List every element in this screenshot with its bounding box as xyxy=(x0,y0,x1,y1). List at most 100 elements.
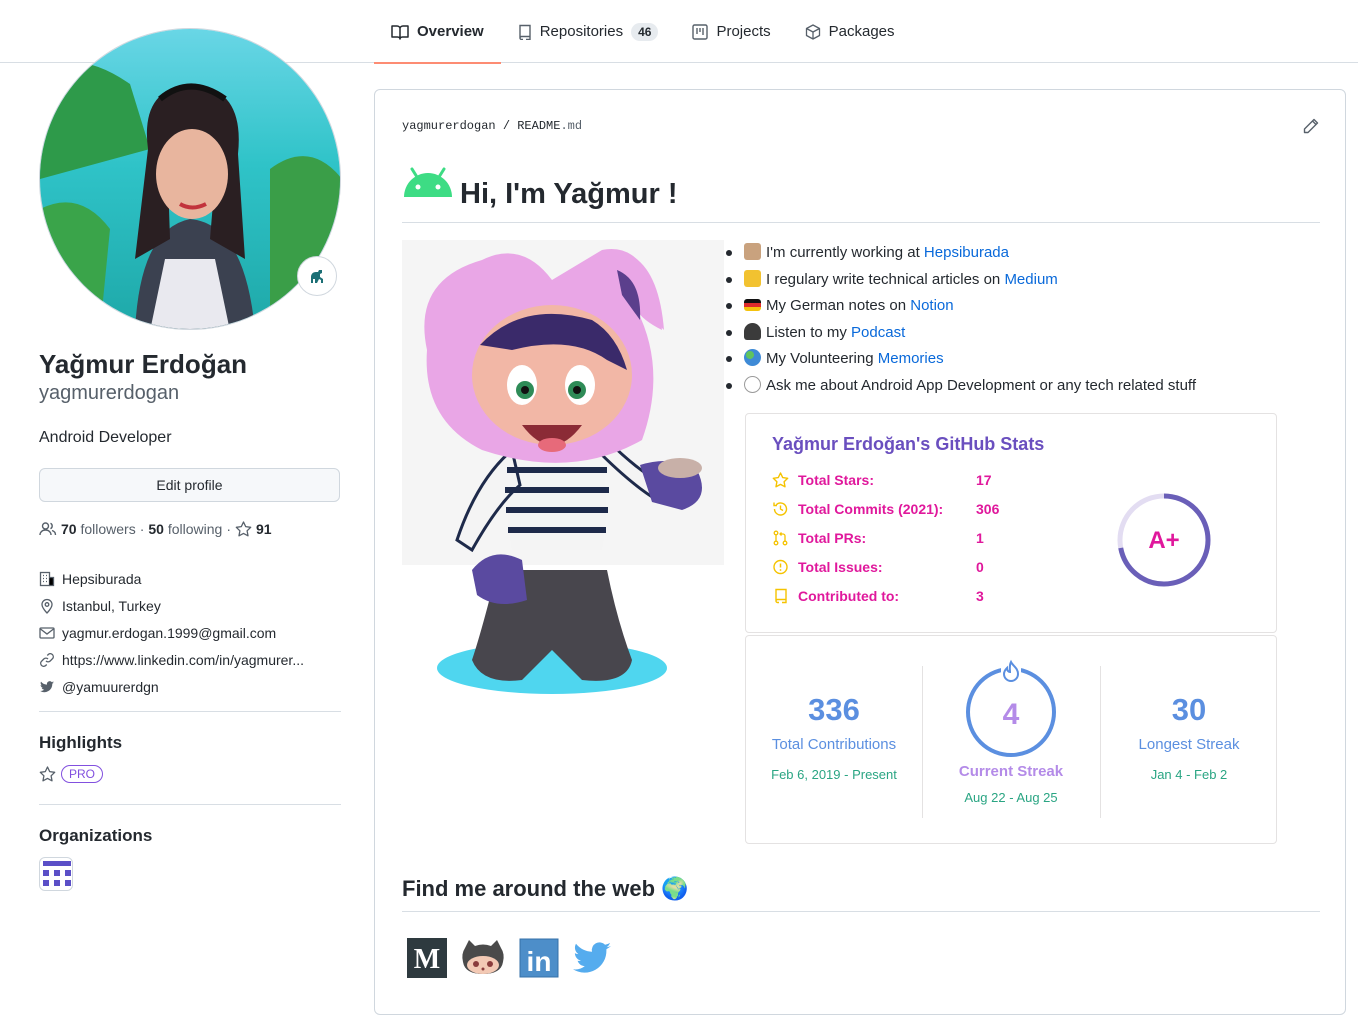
longest-streak-label: Longest Streak xyxy=(1138,736,1240,753)
bullet-text: Listen to my xyxy=(766,323,852,341)
tab-packages[interactable]: Packages xyxy=(788,0,912,63)
readme-breadcrumb: yagmurerdogan / README.md xyxy=(402,119,582,133)
star-icon xyxy=(772,472,789,488)
followers-link[interactable]: 70 followers xyxy=(61,521,136,537)
list-item: Ask me about Android App Development or … xyxy=(726,373,1286,400)
total-contributions-number: 336 xyxy=(808,692,860,727)
bullet-text: I regulary write technical articles on xyxy=(766,270,1005,288)
organization-logo-icon xyxy=(43,861,71,886)
stat-row-issues: Total Issues: 0 xyxy=(772,556,984,578)
organization-avatar[interactable] xyxy=(39,857,73,891)
stat-row-stars: Total Stars: 17 xyxy=(772,469,992,491)
twitter-link-button[interactable] xyxy=(571,938,613,983)
dot-separator: · xyxy=(226,521,232,537)
twitter-handle[interactable]: @yamuurerdgn xyxy=(62,679,159,695)
profile-bio: Android Developer xyxy=(39,429,172,446)
organizations-heading: Organizations xyxy=(39,826,153,845)
current-streak-label: Current Streak xyxy=(958,763,1064,780)
stat-row-commits: Total Commits (2021): 306 xyxy=(772,498,999,520)
project-icon xyxy=(692,23,709,40)
twitter-row[interactable]: @yamuurerdgn xyxy=(39,673,341,700)
list-item: My German notes on Notion xyxy=(726,293,1286,320)
podcast-link[interactable]: Podcast xyxy=(851,324,905,341)
profile-sidebar xyxy=(39,28,341,330)
hepsiburada-link[interactable]: Hepsiburada xyxy=(924,244,1009,261)
readme-file-base: README xyxy=(517,119,561,133)
technologist-emoji-icon xyxy=(744,243,761,260)
edit-profile-button[interactable]: Edit profile xyxy=(39,468,340,502)
set-status-button[interactable] xyxy=(297,256,337,296)
speech-bubble-emoji-icon xyxy=(744,375,761,393)
website-link[interactable]: https://www.linkedin.com/in/yagmurer... xyxy=(62,652,304,668)
globe-emoji-icon xyxy=(744,349,761,366)
tab-list: Overview Repositories 46 Projects Packag… xyxy=(374,0,912,64)
github-stats-card: Yağmur Erdoğan's GitHub Stats Total Star… xyxy=(745,413,1277,633)
find-me-heading: Find me around the web 🌍 xyxy=(402,876,689,901)
email-link[interactable]: yagmur.erdogan.1999@gmail.com xyxy=(62,625,276,641)
email-row[interactable]: yagmur.erdogan.1999@gmail.com xyxy=(39,619,341,646)
bullet-text: Ask me about Android App Development or … xyxy=(766,376,1196,394)
svg-text:M: M xyxy=(414,944,440,975)
android-icon xyxy=(404,167,452,197)
following-link[interactable]: 50 following xyxy=(148,521,222,537)
twitter-bird-icon xyxy=(573,942,611,973)
current-streak-column: 4 Current Streak Aug 22 - Aug 25 xyxy=(923,636,1099,805)
medium-icon: M xyxy=(407,938,447,978)
github-link-button[interactable] xyxy=(459,938,507,983)
company-text: Hepsiburada xyxy=(62,570,142,587)
stat-value: 306 xyxy=(976,501,1000,517)
following-count: 50 xyxy=(148,521,164,537)
organization-icon xyxy=(39,571,55,586)
current-streak-number: 4 xyxy=(1003,698,1020,731)
avatar[interactable] xyxy=(39,28,341,330)
stat-label: Total PRs: xyxy=(798,530,867,546)
tab-overview[interactable]: Overview xyxy=(374,0,501,64)
stars-link[interactable]: 91 xyxy=(235,521,272,537)
stat-label: Total Issues: xyxy=(798,559,883,575)
website-row[interactable]: https://www.linkedin.com/in/yagmurer... xyxy=(39,646,341,673)
current-streak-range: Aug 22 - Aug 25 xyxy=(964,790,1058,805)
grade-ring: A+ xyxy=(1117,493,1211,587)
list-item: I'm currently working at Hepsiburada xyxy=(726,240,1286,267)
tab-projects[interactable]: Projects xyxy=(675,0,787,63)
breadcrumb-separator: / xyxy=(502,119,511,133)
linkedin-link-button[interactable]: in xyxy=(519,938,559,983)
dinosaur-icon xyxy=(311,270,323,283)
stat-label: Total Stars: xyxy=(798,472,874,488)
readme-box: yagmurerdogan / README.md Hi, I'm Yağmur… xyxy=(374,89,1346,1015)
tab-repositories[interactable]: Repositories 46 xyxy=(501,0,676,63)
medium-link-button[interactable]: M xyxy=(407,938,447,983)
grade-text: A+ xyxy=(1148,527,1179,554)
memories-link[interactable]: Memories xyxy=(878,350,944,367)
longest-streak-range: Jan 4 - Feb 2 xyxy=(1150,767,1228,782)
german-flag-emoji-icon xyxy=(744,299,761,311)
company-row: Hepsiburada xyxy=(39,565,341,592)
dot-separator: · xyxy=(139,521,145,537)
sidebar-divider xyxy=(39,711,341,712)
list-item: Listen to my Podcast xyxy=(726,320,1286,347)
longest-streak-column: 30 Longest Streak Jan 4 - Feb 2 xyxy=(1101,636,1277,782)
pencil-icon[interactable] xyxy=(1303,118,1319,134)
readme-file-ext: .md xyxy=(560,119,583,133)
repo-icon xyxy=(775,588,787,604)
stars-count: 91 xyxy=(256,521,272,537)
bullet-text: My German notes on xyxy=(766,297,911,314)
total-contributions-label: Total Contributions xyxy=(771,736,897,753)
notion-link[interactable]: Notion xyxy=(910,297,953,314)
profile-username: yagmurerdogan xyxy=(39,382,180,404)
follow-stats: 70 followers · 50 following · 91 xyxy=(39,521,272,537)
svg-text:in: in xyxy=(527,946,552,977)
readme-owner-link[interactable]: yagmurerdogan xyxy=(402,119,496,133)
people-icon xyxy=(39,522,57,536)
package-icon xyxy=(805,23,820,40)
repositories-counter: 46 xyxy=(631,22,659,41)
followers-count: 70 xyxy=(61,521,77,537)
total-contributions-range: Feb 6, 2019 - Present xyxy=(771,767,897,782)
issue-icon xyxy=(773,559,788,575)
octocat-bunny-illustration xyxy=(402,240,724,694)
social-links: M in xyxy=(407,938,613,983)
medium-link[interactable]: Medium xyxy=(1004,271,1057,288)
profile-details: Hepsiburada Istanbul, Turkey yagmur.erdo… xyxy=(39,565,341,700)
readme-file-name[interactable]: README.md xyxy=(517,119,582,133)
followers-label: followers xyxy=(80,521,136,537)
